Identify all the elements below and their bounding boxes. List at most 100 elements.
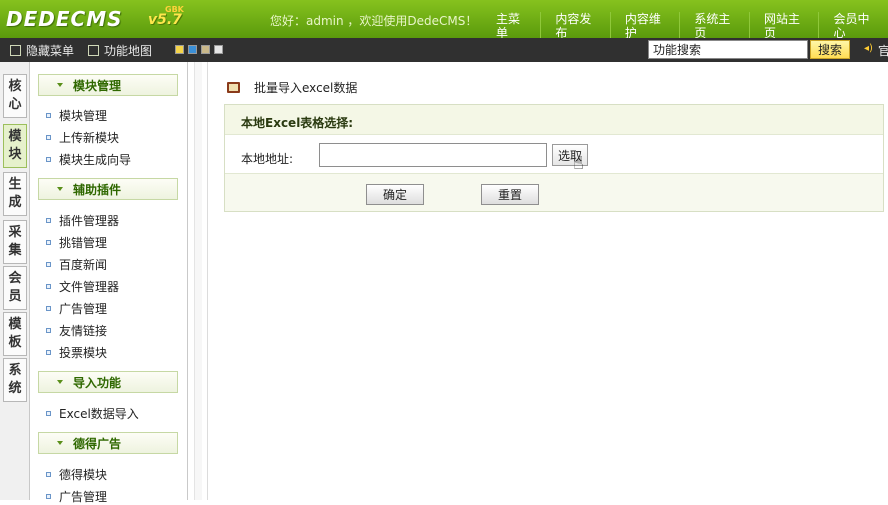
- speaker-icon: ◂): [864, 43, 873, 54]
- bullet-icon: [46, 494, 51, 499]
- hide-menu-button[interactable]: 隐藏菜单: [10, 42, 74, 59]
- menu-item-excel-import[interactable]: Excel数据导入: [46, 405, 139, 422]
- bullet-icon: [46, 284, 51, 289]
- vtab-label: 统: [8, 381, 22, 396]
- splitter-grip[interactable]: [194, 62, 202, 500]
- bullet-icon: [46, 472, 51, 477]
- theme-swatch-gray[interactable]: [214, 45, 223, 54]
- chevron-down-icon: [57, 380, 63, 384]
- bullet-icon: [46, 306, 51, 311]
- bullet-icon: [46, 262, 51, 267]
- main-content: 批量导入excel数据 本地Excel表格选择: 本地地址: 选取 ☝ 确定 重…: [209, 62, 888, 500]
- menu-item-friend-links[interactable]: 友情链接: [46, 322, 107, 339]
- vertical-tabs: 核 心 模 块 生 成 采 集 会 员 模 板 系 统: [0, 62, 30, 500]
- menu-item-label: 插件管理器: [59, 214, 120, 228]
- vtab-label: 块: [8, 147, 22, 162]
- toolbar-right-label[interactable]: 官: [878, 42, 888, 59]
- import-form: 本地Excel表格选择: 本地地址: 选取 ☝ 确定 重置: [224, 104, 884, 212]
- page-title: 批量导入excel数据: [227, 79, 357, 96]
- reset-button[interactable]: 重置: [481, 184, 539, 205]
- menu-item-vote-module[interactable]: 投票模块: [46, 344, 107, 361]
- grid-icon: [88, 45, 99, 56]
- nav-system-home[interactable]: 系统主页: [679, 12, 749, 40]
- menu-item-label: 友情链接: [59, 324, 108, 338]
- logo-edition: GBK: [165, 5, 184, 14]
- chevron-down-icon: [57, 441, 63, 445]
- menu-section-title: 模块管理: [73, 78, 122, 93]
- menu-section-plugins[interactable]: 辅助插件: [38, 178, 178, 200]
- address-label: 本地地址:: [241, 152, 294, 166]
- vtab-template[interactable]: 模 板: [3, 312, 27, 356]
- toolbar: 隐藏菜单 功能地图 搜索 ◂) 官: [0, 38, 888, 62]
- site-map-label: 功能地图: [104, 44, 153, 58]
- vtab-generate[interactable]: 生 成: [3, 172, 27, 216]
- bullet-icon: [46, 157, 51, 162]
- page-title-text: 批量导入excel数据: [254, 81, 358, 95]
- menu-item-dede-ad-manage[interactable]: 广告管理: [46, 488, 107, 505]
- site-map-button[interactable]: 功能地图: [88, 42, 152, 59]
- vtab-label: 采: [8, 225, 22, 240]
- vtab-label: 板: [8, 335, 22, 350]
- menu-item-module-wizard[interactable]: 模块生成向导: [46, 151, 131, 168]
- nav-site-home[interactable]: 网站主页: [748, 12, 819, 40]
- menu-item-module-manage[interactable]: 模块管理: [46, 107, 107, 124]
- logo-version: v5.7: [148, 12, 182, 28]
- menu-item-label: 投票模块: [59, 346, 108, 360]
- theme-swatch-tan[interactable]: [201, 45, 210, 54]
- bullet-icon: [46, 411, 51, 416]
- vtab-label: 心: [8, 97, 22, 112]
- menu-item-error-manage[interactable]: 挑错管理: [46, 234, 107, 251]
- menu-item-dede-module[interactable]: 德得模块: [46, 466, 107, 483]
- search-input[interactable]: [648, 40, 808, 59]
- form-footer: 确定 重置: [225, 173, 883, 211]
- search-button[interactable]: 搜索: [810, 40, 850, 59]
- nav-content-publish[interactable]: 内容发布: [540, 12, 610, 40]
- menu-splitter[interactable]: [188, 62, 208, 500]
- vtab-system[interactable]: 系 统: [3, 358, 27, 402]
- hide-menu-label: 隐藏菜单: [26, 44, 75, 58]
- nav-member-center[interactable]: 会员中心: [818, 12, 888, 40]
- confirm-button[interactable]: 确定: [366, 184, 424, 205]
- vtab-collect[interactable]: 采 集: [3, 220, 27, 264]
- bullet-icon: [46, 218, 51, 223]
- menu-item-label: 广告管理: [59, 302, 108, 316]
- local-address-field[interactable]: [319, 143, 547, 167]
- top-nav: 主菜单 内容发布 内容维护 系统主页 网站主页 会员中心: [482, 12, 888, 40]
- theme-swatch-blue[interactable]: [188, 45, 197, 54]
- bullet-icon: [46, 350, 51, 355]
- bullet-icon: [46, 240, 51, 245]
- welcome-text: 您好：admin ，欢迎使用DedeCMS！: [270, 14, 478, 28]
- vtab-module[interactable]: 模 块: [3, 124, 27, 168]
- menu-item-upload-module[interactable]: 上传新模块: [46, 129, 119, 146]
- menu-item-label: 文件管理器: [59, 280, 120, 294]
- menu-item-label: 上传新模块: [59, 131, 120, 145]
- menu-item-baidu-news[interactable]: 百度新闻: [46, 256, 107, 273]
- nav-content-maintain[interactable]: 内容维护: [609, 12, 680, 40]
- menu-section-import[interactable]: 导入功能: [38, 371, 178, 393]
- theme-swatch-yellow[interactable]: [175, 45, 184, 54]
- vtab-core[interactable]: 核 心: [3, 74, 27, 118]
- bullet-icon: [46, 328, 51, 333]
- form-header: 本地Excel表格选择:: [225, 105, 883, 135]
- menu-item-file-manager[interactable]: 文件管理器: [46, 278, 119, 295]
- menu-section-module-manage[interactable]: 模块管理: [38, 74, 178, 96]
- vtab-label: 员: [8, 289, 22, 304]
- hide-menu-icon: [10, 45, 21, 56]
- menu-item-label: 模块管理: [59, 109, 108, 123]
- menu-item-ad-manage[interactable]: 广告管理: [46, 300, 107, 317]
- menu-section-title: 德得广告: [73, 436, 122, 451]
- nav-main-menu[interactable]: 主菜单: [482, 12, 540, 40]
- vtab-label: 成: [8, 195, 22, 210]
- top-header: DEDECMS v5.7 GBK 您好：admin ，欢迎使用DedeCMS！ …: [0, 0, 888, 40]
- menu-item-label: 挑错管理: [59, 236, 108, 250]
- vtab-member[interactable]: 会 员: [3, 266, 27, 310]
- menu-item-label: 广告管理: [59, 490, 108, 504]
- hand-cursor-icon: ☝: [573, 153, 584, 174]
- menu-section-dede-ads[interactable]: 德得广告: [38, 432, 178, 454]
- vtab-label: 生: [8, 177, 22, 192]
- menu-item-plugin-manager[interactable]: 插件管理器: [46, 212, 119, 229]
- book-icon: [227, 82, 240, 93]
- vtab-label: 集: [8, 243, 22, 258]
- bullet-icon: [46, 113, 51, 118]
- menu-item-label: 模块生成向导: [59, 153, 132, 167]
